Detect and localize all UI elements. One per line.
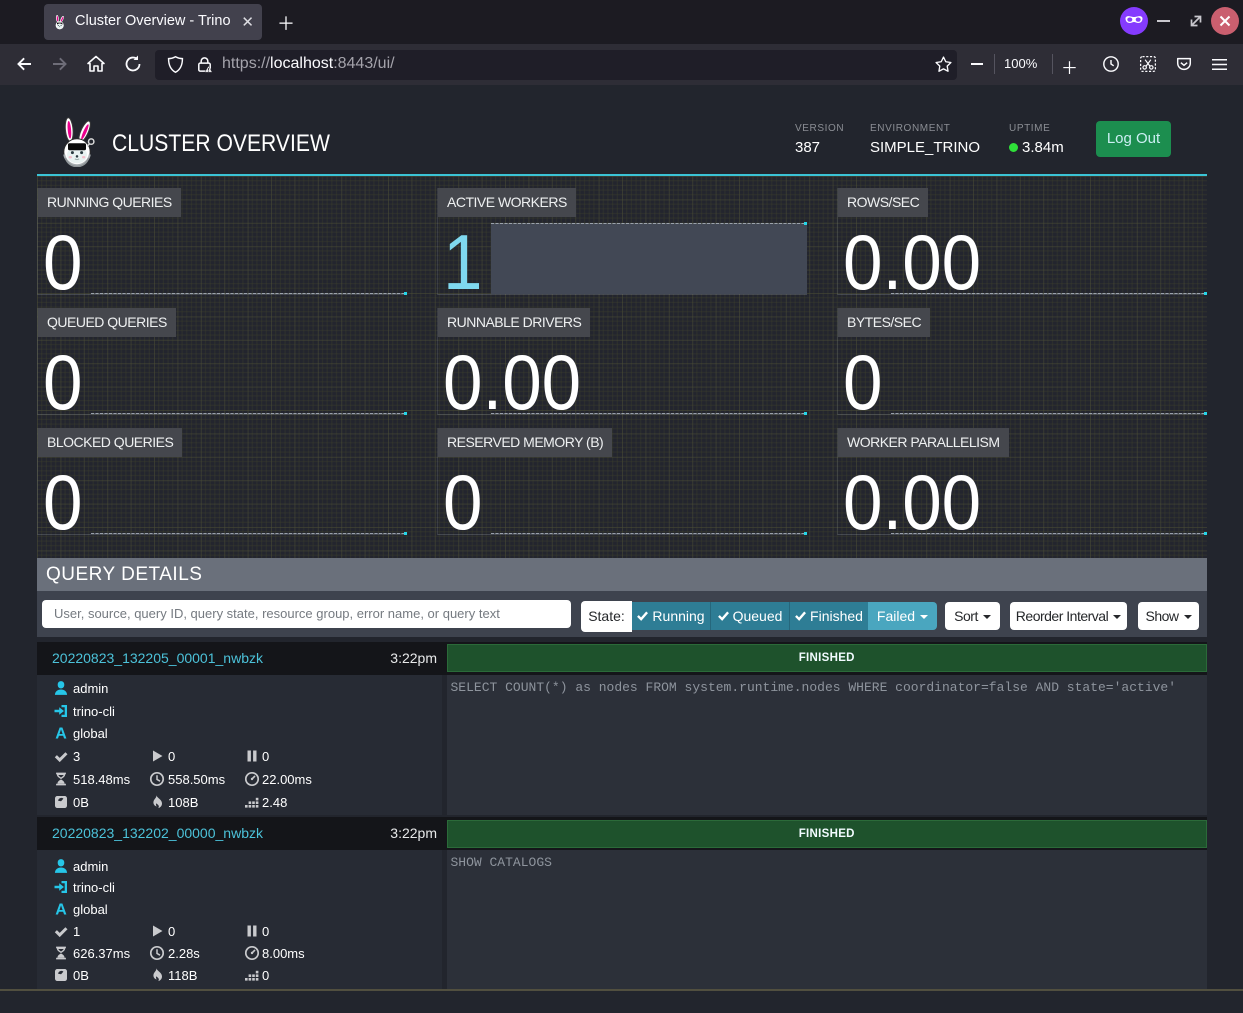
svg-text:A: A (55, 902, 67, 918)
svg-text:A: A (55, 726, 67, 742)
